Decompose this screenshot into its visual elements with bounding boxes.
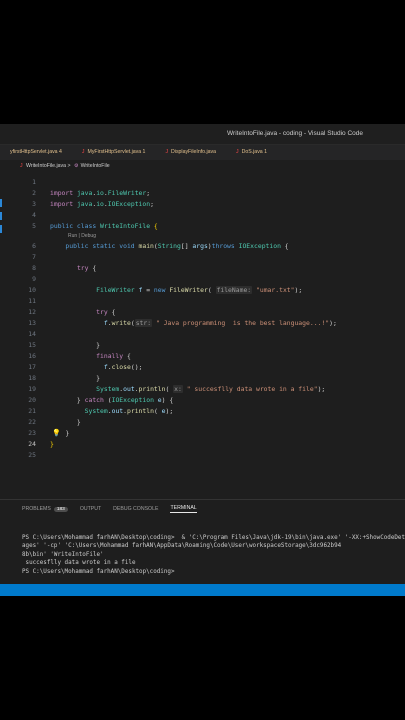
line-number: 21 [28,407,36,415]
bottom-panel: PROBLEMS 183 OUTPUT DEBUG CONSOLE TERMINA… [0,499,405,596]
breadcrumb-symbol[interactable]: WriteIntoFile [81,163,110,169]
line-number: 4 [32,211,36,219]
code-line: f.close(); [103,363,143,371]
code-line: finally { [96,352,131,360]
tab-label: OUTPUT [79,506,102,512]
terminal-line: succesflly data wrote in a file [22,560,136,567]
tab-display-file-info[interactable]: J DisplayFileInfo.java [155,145,226,160]
terminal-line: PS C:\Users\Mohammad farhAN\Desktop\codi… [22,568,175,575]
code-line: public static void main(String[] args)th… [65,242,289,250]
code-line: try { [96,308,116,316]
tab-label: DisplayFileInfo.java [171,149,217,155]
line-number: 23 [28,429,36,437]
terminal-line: 8b\bin' 'WriteIntoFile' [22,551,104,558]
tab-problems[interactable]: PROBLEMS 183 [22,506,68,512]
code-line: } [50,440,54,448]
tab-output[interactable]: OUTPUT [80,506,101,512]
java-file-icon: J [20,163,23,169]
line-number: 1 [32,178,36,186]
line-number: 10 [28,286,36,294]
tab-debug-console[interactable]: DEBUG CONSOLE [113,506,158,512]
codelens-run-debug[interactable]: Run | Debug [68,233,96,239]
lightbulb-icon[interactable]: 💡 [52,429,61,437]
line-number: 15 [28,341,36,349]
tab-yfirst-http-servlet[interactable]: yfirstHttpServlet.java 4 [0,145,72,160]
terminal-output[interactable]: PS C:\Users\Mohammad farhAN\Desktop\codi… [0,518,405,576]
line-number: 13 [28,319,36,327]
vscode-window: WriteIntoFile.java - coding - Visual Stu… [0,124,405,596]
java-file-icon: J [165,149,169,155]
line-number: 25 [28,451,36,459]
line-number: 14 [28,330,36,338]
code-line: import java.io.IOException; [50,200,154,208]
code-line: try { [76,264,97,272]
line-number: 3 [32,200,36,208]
tab-label: TERMINAL [170,505,197,511]
java-file-icon: J [81,149,85,155]
terminal-line: ages' '-cp' 'C:\Users\Mohammad farhAN\Ap… [22,543,342,550]
code-line: System.out.println( x: " succesflly data… [96,385,326,393]
tab-label: yfirstHttpServlet.java 4 [10,149,62,155]
line-number: 9 [32,275,36,283]
class-symbol-icon: ⚙ [73,163,79,169]
code-line: } [50,374,101,382]
line-number: 11 [28,297,36,305]
code-line: public class WriteIntoFile { [50,222,158,230]
line-number: 5 [32,222,36,230]
line-number: 12 [28,308,36,316]
code-line: System.out.println( e); [84,407,174,415]
line-number: 6 [32,242,36,250]
line-number: 19 [28,385,36,393]
line-number: 2 [32,189,36,197]
line-number: 16 [28,352,36,360]
breadcrumb-separator: > [67,163,71,169]
line-number: 20 [28,396,36,404]
problems-count-badge: 183 [53,506,68,512]
line-number: 22 [28,418,36,426]
line-number: 7 [32,253,36,261]
breadcrumb-file[interactable]: WriteIntoFile.java [26,163,66,169]
tab-label: DoS.java 1 [241,149,268,155]
tab-label: PROBLEMS [22,506,51,512]
line-number: 18 [28,374,36,382]
line-number: 17 [28,363,36,371]
tab-dos[interactable]: J DoS.java 1 [226,145,277,160]
code-line: FileWriter f = new FileWriter( fileName:… [96,286,303,294]
java-file-icon: J [236,149,239,155]
line-number: 24 [28,440,36,448]
code-editor[interactable]: 1 2 import java.io.FileWriter; 3 import ja… [0,171,405,491]
code-line: } [50,341,101,349]
tab-terminal[interactable]: TERMINAL [170,505,197,513]
panel-tabs: PROBLEMS 183 OUTPUT DEBUG CONSOLE TERMINA… [0,500,405,518]
tab-label: DEBUG CONSOLE [113,506,159,512]
line-number: 8 [32,264,36,272]
tab-my-first-http-servlet[interactable]: J MyFirstHttpServlet.java 1 [72,145,156,160]
code-line: } [50,418,81,426]
terminal-line: PS C:\Users\Mohammad farhAN\Desktop\codi… [22,535,405,541]
code-line: } catch (IOException e) { [50,396,174,404]
tab-label: MyFirstHttpServlet.java 1 [87,149,146,155]
code-line: f.write(str: " Java programming is the b… [103,319,337,327]
window-title: WriteIntoFile.java - coding - Visual Stu… [0,124,405,145]
status-bar [0,584,405,596]
code-line: import java.io.FileWriter; [50,189,151,197]
editor-tabs: yfirstHttpServlet.java 4 J MyFirstHttpSer… [0,145,405,160]
